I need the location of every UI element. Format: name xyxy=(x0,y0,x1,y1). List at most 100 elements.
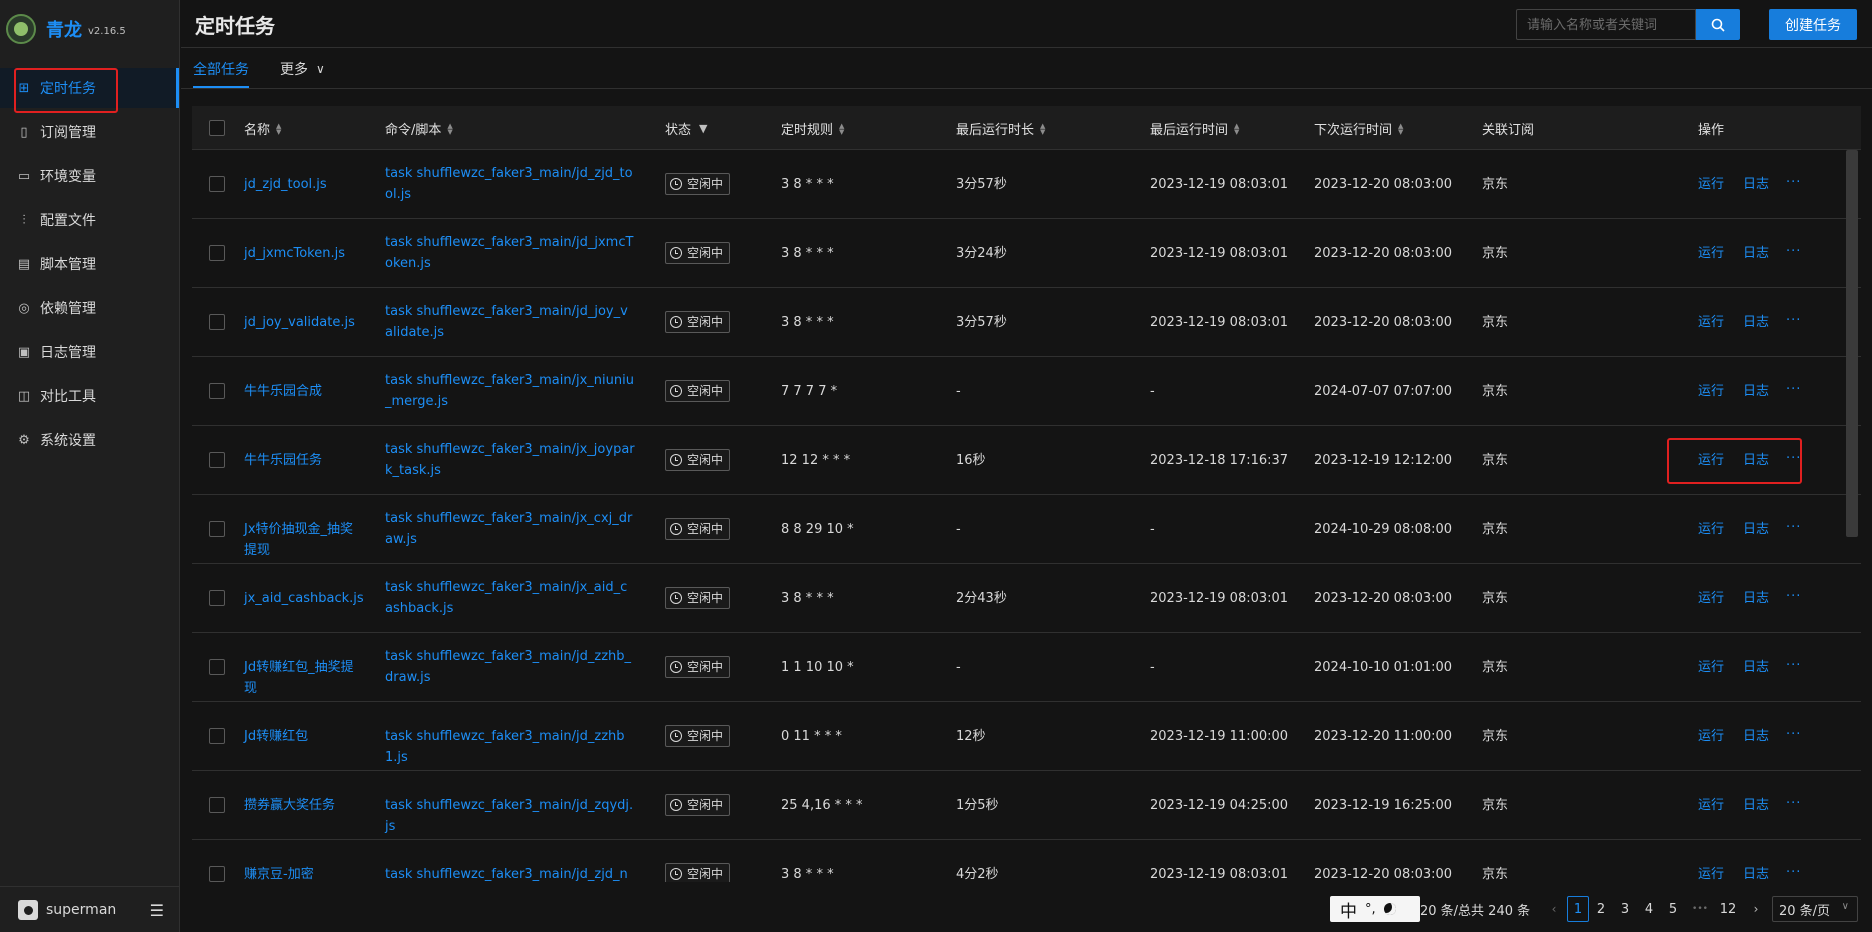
run-button[interactable]: 运行 xyxy=(1698,312,1724,333)
diff-icon: ◫ xyxy=(17,388,31,404)
more-actions-icon[interactable]: ··· xyxy=(1786,724,1801,745)
column-name[interactable]: 名称 ▲ ▼ xyxy=(244,119,281,138)
page-ellipsis[interactable]: ••• xyxy=(1690,896,1710,922)
sidebar-item-6[interactable]: ▣ 日志管理 xyxy=(0,332,179,372)
log-button[interactable]: 日志 xyxy=(1743,726,1769,747)
task-name-link[interactable]: 牛牛乐园合成 xyxy=(244,381,354,402)
task-command-link[interactable]: task shufflewzc_faker3_main/jd_zqydj.js xyxy=(385,795,635,837)
log-button[interactable]: 日志 xyxy=(1743,795,1769,816)
task-command-link[interactable]: task shufflewzc_faker3_main/jx_joypark_t… xyxy=(385,439,635,481)
row-checkbox[interactable] xyxy=(209,176,225,192)
more-actions-icon[interactable]: ··· xyxy=(1786,310,1801,331)
page-1[interactable]: 1 xyxy=(1567,896,1589,922)
search-input[interactable] xyxy=(1516,9,1696,40)
log-button[interactable]: 日志 xyxy=(1743,519,1769,540)
task-command-link[interactable]: task shufflewzc_faker3_main/jd_zzhb1.js xyxy=(385,726,635,768)
search-button[interactable] xyxy=(1696,9,1740,40)
log-button[interactable]: 日志 xyxy=(1743,657,1769,678)
log-button[interactable]: 日志 xyxy=(1743,312,1769,333)
run-button[interactable]: 运行 xyxy=(1698,243,1724,264)
task-name-link[interactable]: Jd转赚红包_抽奖提现 xyxy=(244,657,354,699)
page-2[interactable]: 2 xyxy=(1591,896,1611,922)
page-last[interactable]: 12 xyxy=(1718,896,1738,922)
more-actions-icon[interactable]: ··· xyxy=(1786,379,1801,400)
task-command-link[interactable]: task shufflewzc_faker3_main/jd_joy_valid… xyxy=(385,301,635,343)
sidebar-item-3[interactable]: ⫶ 配置文件 xyxy=(0,200,179,240)
run-button[interactable]: 运行 xyxy=(1698,726,1724,747)
log-button[interactable]: 日志 xyxy=(1743,864,1769,882)
task-command-link[interactable]: task shufflewzc_faker3_main/jd_jxmcToken… xyxy=(385,232,635,274)
page-4[interactable]: 4 xyxy=(1639,896,1659,922)
run-button[interactable]: 运行 xyxy=(1698,519,1724,540)
task-command-link[interactable]: task shufflewzc_faker3_main/jx_niuniu_me… xyxy=(385,370,635,412)
task-name-link[interactable]: jd_zjd_tool.js xyxy=(244,174,354,195)
sidebar-item-1[interactable]: ▯ 订阅管理 xyxy=(0,112,179,152)
task-command-link[interactable]: task shufflewzc_faker3_main/jd_zjd_tool.… xyxy=(385,163,635,205)
run-button[interactable]: 运行 xyxy=(1698,657,1724,678)
select-all-checkbox[interactable] xyxy=(209,120,225,136)
more-actions-icon[interactable]: ··· xyxy=(1786,862,1801,882)
column-command[interactable]: 命令/脚本 ▲ ▼ xyxy=(385,119,453,138)
create-task-button[interactable]: 创建任务 xyxy=(1769,9,1857,40)
page-3[interactable]: 3 xyxy=(1615,896,1635,922)
prev-page-icon[interactable]: ‹ xyxy=(1544,896,1564,922)
task-command-link[interactable]: task shufflewzc_faker3_main/jd_zjd_ne xyxy=(385,864,635,882)
run-button[interactable]: 运行 xyxy=(1698,864,1724,882)
task-name-link[interactable]: Jd转赚红包 xyxy=(244,726,354,747)
row-checkbox[interactable] xyxy=(209,728,225,744)
more-actions-icon[interactable]: ··· xyxy=(1786,586,1801,607)
log-button[interactable]: 日志 xyxy=(1743,588,1769,609)
more-actions-icon[interactable]: ··· xyxy=(1786,517,1801,538)
row-checkbox[interactable] xyxy=(209,314,225,330)
row-checkbox[interactable] xyxy=(209,797,225,813)
task-name-link[interactable]: jx_aid_cashback.js xyxy=(244,588,364,609)
row-checkbox[interactable] xyxy=(209,245,225,261)
filter-icon[interactable]: ▼ xyxy=(699,122,707,135)
more-actions-icon[interactable]: ··· xyxy=(1786,172,1801,193)
task-name-link[interactable]: 赚京豆-加密 xyxy=(244,864,354,882)
more-actions-icon[interactable]: ··· xyxy=(1786,655,1801,676)
column-next-run[interactable]: 下次运行时间 ▲ ▼ xyxy=(1314,119,1403,138)
run-button[interactable]: 运行 xyxy=(1698,588,1724,609)
log-button[interactable]: 日志 xyxy=(1743,381,1769,402)
column-last-duration[interactable]: 最后运行时长 ▲ ▼ xyxy=(956,119,1045,138)
more-actions-icon[interactable]: ··· xyxy=(1786,241,1801,262)
task-name-link[interactable]: jd_jxmcToken.js xyxy=(244,243,354,264)
more-actions-icon[interactable]: ··· xyxy=(1786,793,1801,814)
row-checkbox[interactable] xyxy=(209,659,225,675)
task-command-link[interactable]: task shufflewzc_faker3_main/jd_zzhb_draw… xyxy=(385,646,635,688)
tab-more[interactable]: 更多 ∨ xyxy=(280,59,325,79)
log-button[interactable]: 日志 xyxy=(1743,243,1769,264)
sidebar-item-4[interactable]: ▤ 脚本管理 xyxy=(0,244,179,284)
task-name-link[interactable]: Jx特价抽现金_抽奖提现 xyxy=(244,519,354,561)
tab-all-tasks[interactable]: 全部任务 xyxy=(193,59,249,88)
sidebar-item-8[interactable]: ⚙ 系统设置 xyxy=(0,420,179,460)
task-command-link[interactable]: task shufflewzc_faker3_main/jx_cxj_draw.… xyxy=(385,508,635,550)
log-button[interactable]: 日志 xyxy=(1743,174,1769,195)
run-button[interactable]: 运行 xyxy=(1698,795,1724,816)
task-name-link[interactable]: 攒券赢大奖任务 xyxy=(244,795,354,816)
sidebar-item-7[interactable]: ◫ 对比工具 xyxy=(0,376,179,416)
run-button[interactable]: 运行 xyxy=(1698,381,1724,402)
row-checkbox[interactable] xyxy=(209,866,225,882)
task-name-link[interactable]: jd_joy_validate.js xyxy=(244,312,355,333)
sidebar-item-2[interactable]: ▭ 环境变量 xyxy=(0,156,179,196)
column-schedule[interactable]: 定时规则 ▲ ▼ xyxy=(781,119,844,138)
row-checkbox[interactable] xyxy=(209,452,225,468)
run-button[interactable]: 运行 xyxy=(1698,174,1724,195)
column-last-run[interactable]: 最后运行时间 ▲ ▼ xyxy=(1150,119,1239,138)
column-status[interactable]: 状态 ▼ xyxy=(665,119,707,138)
next-page-icon[interactable]: › xyxy=(1746,896,1766,922)
sidebar-item-0[interactable]: ⊞ 定时任务 xyxy=(0,68,179,113)
page-size-select[interactable]: 20 条/页 ∨ xyxy=(1772,896,1858,922)
task-command-link[interactable]: task shufflewzc_faker3_main/jx_aid_cashb… xyxy=(385,577,635,619)
task-name-link[interactable]: 牛牛乐园任务 xyxy=(244,450,354,471)
row-checkbox[interactable] xyxy=(209,383,225,399)
row-checkbox[interactable] xyxy=(209,521,225,537)
page-5[interactable]: 5 xyxy=(1663,896,1683,922)
sidebar-item-5[interactable]: ◎ 依赖管理 xyxy=(0,288,179,328)
app-logo[interactable]: 青龙 v2.16.5 xyxy=(0,0,179,58)
task-last-duration: - xyxy=(956,522,961,537)
row-checkbox[interactable] xyxy=(209,590,225,606)
table-scrollbar[interactable] xyxy=(1846,150,1858,537)
